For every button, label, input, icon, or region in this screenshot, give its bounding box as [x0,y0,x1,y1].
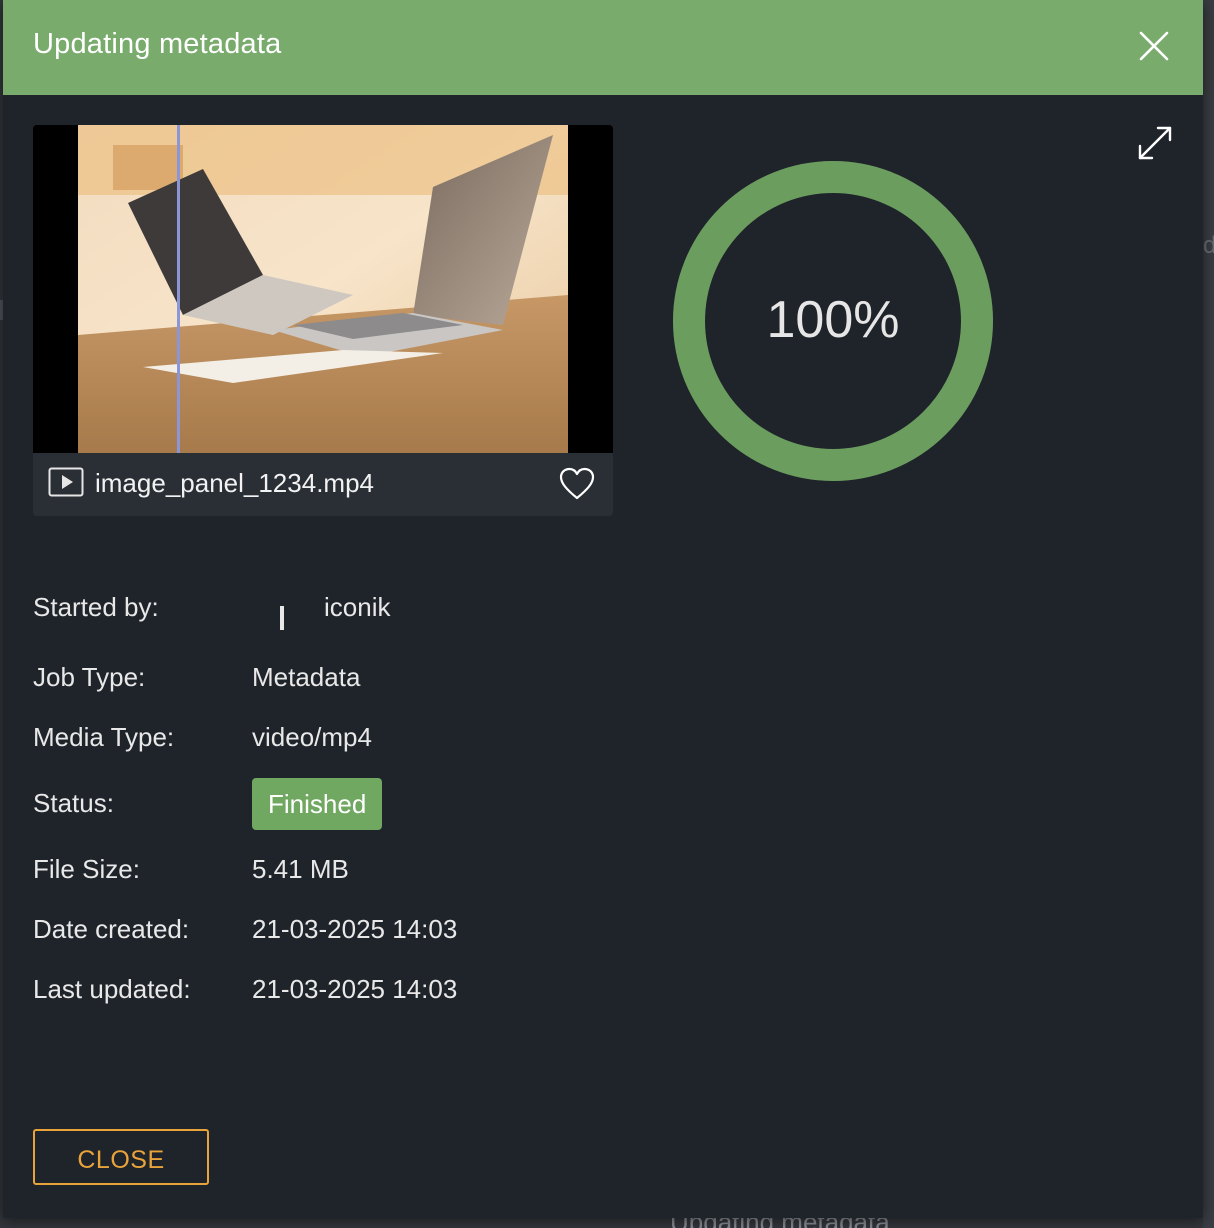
media-card[interactable]: image_panel_1234.mp4 [33,125,613,516]
date-created-label: Date created: [33,914,190,944]
media-footer: image_panel_1234.mp4 [33,453,613,516]
last-updated-value: 21-03-2025 14:03 [252,974,458,1004]
job-details-modal: Updating metadata image_panel_1234.mp4 1… [3,0,1203,1218]
job-type-value: Metadata [252,662,361,692]
heart-icon[interactable] [558,466,596,502]
file-size-value: 5.41 MB [252,854,349,884]
file-size-label: File Size: [33,854,140,884]
started-by-label: Started by: [33,592,159,622]
close-button[interactable]: CLOSE [33,1129,209,1185]
background-text-fragment: d [1203,232,1214,259]
close-icon[interactable] [1136,28,1172,64]
user-avatar [280,606,284,630]
media-type-value: video/mp4 [252,722,372,752]
background-panel-edge: d [1203,0,1214,1228]
last-updated-label: Last updated: [33,974,191,1004]
media-type-label: Media Type: [33,722,175,752]
started-by-value: iconik [324,592,391,622]
modal-title: Updating metadata [33,28,282,60]
video-thumbnail[interactable] [33,125,613,453]
job-type-label: Job Type: [33,662,146,692]
progress-percentage: 100% [766,291,900,349]
media-filename[interactable]: image_panel_1234.mp4 [95,468,374,499]
status-badge: Finished [252,778,383,830]
status-label: Status: [33,788,114,818]
video-play-icon [48,467,84,497]
modal-header: Updating metadata [3,0,1203,95]
date-created-value: 21-03-2025 14:03 [252,914,458,944]
expand-icon[interactable] [1134,122,1176,164]
